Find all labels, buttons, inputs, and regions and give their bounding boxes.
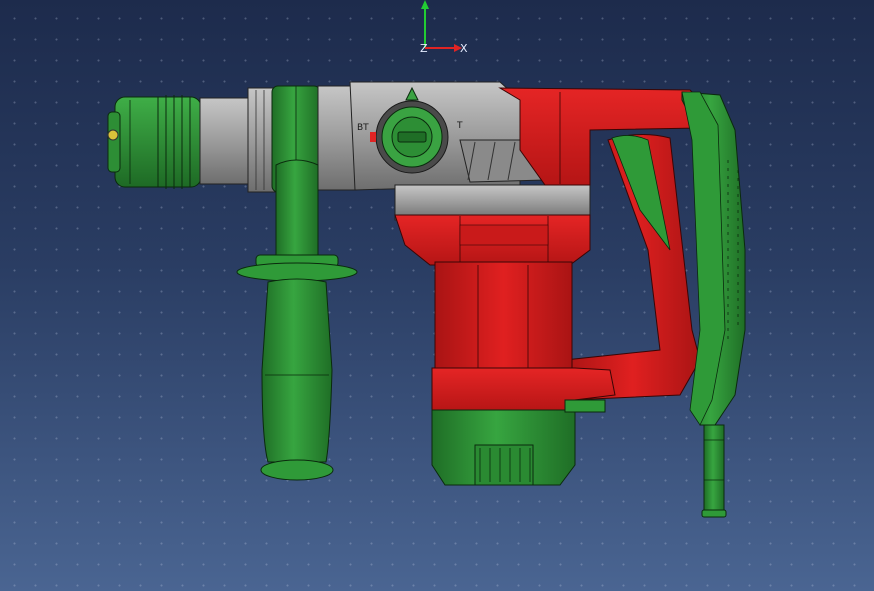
power-cord [701, 424, 727, 518]
chuck[interactable] [107, 95, 202, 189]
3d-viewport[interactable]: BT T Z X [0, 0, 874, 591]
motor-housing [431, 261, 616, 413]
selector-left-mark: BT [357, 123, 369, 133]
red-body-middle [394, 214, 591, 266]
barrel [199, 87, 277, 193]
axis-x-label: X [460, 42, 468, 55]
hammer-drill-model[interactable]: BT T [0, 0, 874, 591]
base-housing [431, 399, 606, 486]
axis-z-label: Z [420, 42, 428, 55]
axis-triad: Z X [408, 0, 478, 60]
selector-right-mark: T [456, 121, 463, 131]
